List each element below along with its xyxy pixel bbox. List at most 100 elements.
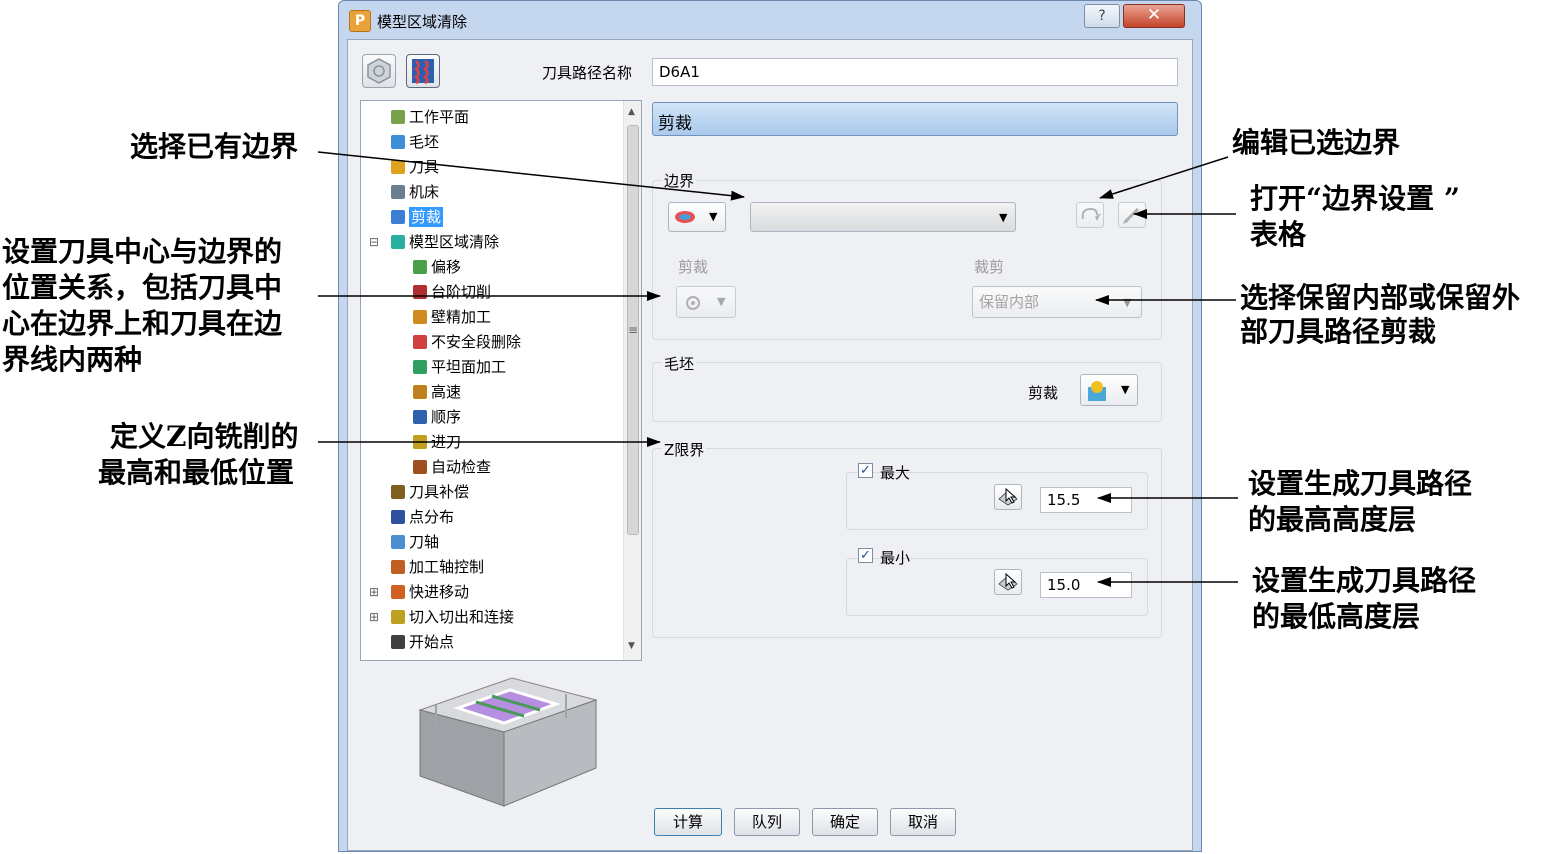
- tree-item[interactable]: 壁精加工: [413, 305, 491, 329]
- auto-check-icon: [413, 460, 427, 474]
- boundary-label: 边界: [662, 170, 697, 191]
- area-clear-preview-image: [418, 677, 598, 807]
- high-speed-icon: [413, 385, 427, 399]
- title-bar[interactable]: P 模型区域清除 ? ✕: [339, 1, 1201, 39]
- annotation-open-settings-line1: 打开“边界设置 ”: [1250, 182, 1460, 215]
- tree-item[interactable]: 剪裁: [391, 205, 444, 229]
- tree-item-label: 顺序: [431, 408, 462, 426]
- tree-item-label: 机床: [409, 183, 440, 201]
- strategy-tree[interactable]: 工作平面毛坯 刀具机床剪裁 ⊟ 模型区域清除 偏移台阶切削壁精加工 不安全段删除平坦面加工…: [360, 100, 642, 661]
- app-icon: P: [349, 10, 371, 32]
- pencil-icon: [1123, 207, 1140, 224]
- zlimit-label: Z限界: [662, 439, 707, 460]
- tree-item-label: 切入切出和连接: [409, 608, 515, 626]
- annotation-keep-line2: 部刀具路径剪裁: [1240, 315, 1437, 348]
- tree-item[interactable]: 刀轴: [391, 530, 439, 554]
- tree-item-label: 点分布: [409, 508, 455, 526]
- queue-button[interactable]: 队列: [734, 808, 800, 836]
- stock-trim-dropdown[interactable]: ▼: [1080, 374, 1138, 406]
- pattern-icon[interactable]: [362, 54, 396, 88]
- tree-item[interactable]: 进刀: [413, 430, 461, 454]
- block-icon: [391, 135, 405, 149]
- tree-item[interactable]: 平坦面加工: [413, 355, 506, 379]
- tree-item[interactable]: 刀具补偿: [391, 480, 469, 504]
- stock-trim-icon: [1088, 381, 1106, 401]
- annotation-max-layer-line1: 设置生成刀具路径: [1248, 467, 1473, 500]
- edit-boundary-button[interactable]: [1076, 202, 1104, 228]
- ok-button[interactable]: 确定: [812, 808, 878, 836]
- zmax-label: 最大: [880, 464, 911, 482]
- keep-region-select[interactable]: 保留内部 ▼: [972, 286, 1142, 318]
- limit-icon: [391, 210, 405, 224]
- scroll-up-icon[interactable]: ▲: [628, 107, 635, 117]
- tree-item[interactable]: ⊞ 切入切出和连接: [369, 605, 515, 629]
- tree-item[interactable]: ⊞ 快进移动: [369, 580, 470, 604]
- tree-item[interactable]: 台阶切削: [413, 280, 491, 304]
- tree-item-label: 剪裁: [409, 207, 444, 227]
- tree-item-label: 工作平面: [409, 108, 470, 126]
- tree-item[interactable]: 偏移: [413, 255, 461, 279]
- unsafe-remove-icon: [413, 335, 427, 349]
- zmin-input[interactable]: 15.0: [1040, 572, 1132, 598]
- zmin-checkbox[interactable]: ✓: [858, 548, 873, 563]
- tree-item[interactable]: 顺序: [413, 405, 461, 429]
- zmax-input[interactable]: 15.5: [1040, 487, 1132, 513]
- panel-header: 剪裁: [652, 102, 1178, 136]
- boundary-settings-button[interactable]: [1118, 202, 1146, 228]
- toolpath-preview-icon[interactable]: [406, 54, 440, 88]
- scroll-down-icon[interactable]: ▼: [628, 641, 635, 651]
- annotation-zdef-line2: 最高和最低位置: [98, 456, 295, 489]
- tree-item[interactable]: 高速: [413, 380, 461, 404]
- zmax-checkbox[interactable]: ✓: [858, 463, 873, 478]
- tree-item-label: 平坦面加工: [431, 358, 507, 376]
- cut-label: 裁剪: [974, 258, 1005, 276]
- flat-machine-icon: [413, 360, 427, 374]
- tree-item[interactable]: ⊟ 模型区域清除: [369, 230, 499, 254]
- annotation-min-layer-line1: 设置生成刀具路径: [1252, 564, 1477, 597]
- plunge-icon: [413, 435, 427, 449]
- tree-item[interactable]: 机床: [391, 180, 439, 204]
- calculate-button[interactable]: 计算: [654, 808, 722, 836]
- tree-scrollbar[interactable]: ▲ ≡ ▼: [623, 101, 641, 660]
- boundary-select[interactable]: ▼: [750, 202, 1016, 232]
- tree-item-label: 加工轴控制: [409, 558, 485, 576]
- trim-mode-dropdown[interactable]: ▼: [676, 286, 736, 318]
- wall-finish-icon: [413, 310, 427, 324]
- boundary-icon: [675, 211, 695, 223]
- workplane-icon: [391, 110, 405, 124]
- rapid-move-icon: [391, 585, 405, 599]
- toolpath-name-input[interactable]: D6A1: [652, 58, 1178, 86]
- tree-item[interactable]: 不安全段删除: [413, 330, 521, 354]
- trim-mode-icon: [686, 296, 700, 310]
- tree-item[interactable]: 工作平面: [391, 105, 469, 129]
- chevron-down-icon: ▼: [999, 211, 1008, 224]
- annotation-min-layer-line2: 的最低高度层: [1252, 600, 1421, 633]
- chevron-down-icon: ▼: [709, 210, 718, 223]
- help-button[interactable]: ?: [1084, 4, 1120, 28]
- tree-item[interactable]: 刀具: [391, 155, 439, 179]
- annotation-open-settings-line2: 表格: [1250, 218, 1307, 251]
- zmin-label: 最小: [880, 549, 911, 567]
- close-button[interactable]: ✕: [1123, 4, 1185, 28]
- tree-item-label: 台阶切削: [431, 283, 492, 301]
- order-icon: [413, 410, 427, 424]
- tree-item[interactable]: 毛坯: [391, 130, 439, 154]
- tree-item[interactable]: 开始点: [391, 630, 454, 654]
- edit-boundary-icon: [1081, 207, 1101, 221]
- cancel-button[interactable]: 取消: [890, 808, 956, 836]
- zmax-pick-button[interactable]: [994, 484, 1022, 510]
- collapse-icon[interactable]: ⊟: [369, 230, 379, 254]
- tree-item-label: 快进移动: [409, 583, 470, 601]
- annotation-keep-line1: 选择保留内部或保留外: [1240, 281, 1521, 314]
- expand-icon[interactable]: ⊞: [369, 580, 379, 604]
- tree-item[interactable]: 点分布: [391, 505, 454, 529]
- tree-item[interactable]: 自动检查: [413, 455, 491, 479]
- tree-item[interactable]: 加工轴控制: [391, 555, 484, 579]
- expand-icon[interactable]: ⊞: [369, 605, 379, 629]
- boundary-type-dropdown[interactable]: ▼: [668, 202, 726, 232]
- stock-label: 毛坯: [662, 353, 697, 374]
- offset-icon: [413, 260, 427, 274]
- zmin-pick-button[interactable]: [994, 569, 1022, 595]
- point-dist-icon: [391, 510, 405, 524]
- annotation-zdef-line1: 定义Z向铣削的: [110, 420, 299, 453]
